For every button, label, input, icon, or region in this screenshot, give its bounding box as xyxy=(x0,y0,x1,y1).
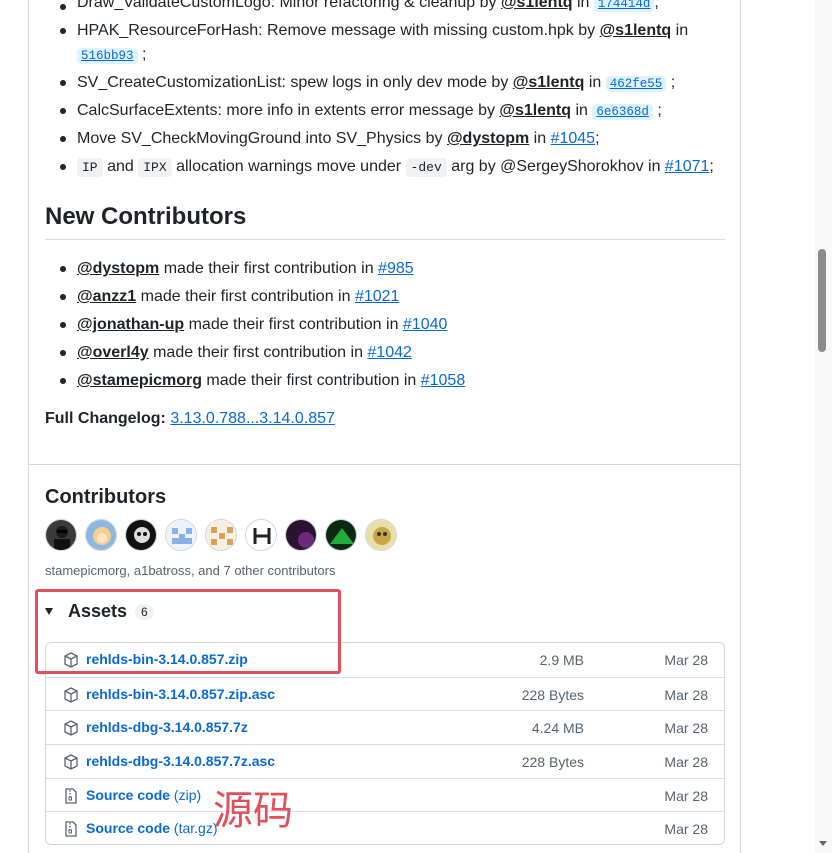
section-divider xyxy=(29,464,740,465)
user-link[interactable]: @stamepicmorg xyxy=(77,372,202,389)
user-link[interactable]: @s1lentq xyxy=(501,0,573,11)
asset-date: Mar 28 xyxy=(664,652,708,668)
code-ipx: IPX xyxy=(138,158,172,177)
pr-link[interactable]: #1021 xyxy=(355,288,400,305)
package-icon xyxy=(64,720,78,737)
asset-link[interactable]: Source code (zip) xyxy=(86,787,201,803)
asset-link[interactable]: Source code (tar.gz) xyxy=(86,820,218,836)
code-ip: IP xyxy=(77,158,103,177)
file-zip-icon xyxy=(65,788,77,804)
scrollbar-thumb[interactable] xyxy=(818,249,826,352)
user-link[interactable]: @s1lentq xyxy=(513,74,585,91)
pr-link[interactable]: #1042 xyxy=(367,344,412,361)
asset-size: 228 Bytes xyxy=(521,754,584,771)
user-link[interactable]: @overl4y xyxy=(77,344,149,361)
avatar[interactable] xyxy=(45,519,77,551)
asset-size: 228 Bytes xyxy=(521,686,584,703)
avatar[interactable] xyxy=(125,519,157,551)
user-link[interactable]: @jonathan-up xyxy=(77,316,184,333)
asset-date: Mar 28 xyxy=(664,787,708,804)
user-link[interactable]: @s1lentq xyxy=(499,102,571,119)
commit-link[interactable]: 6e6368d xyxy=(592,104,653,120)
asset-row: Source code (zip) Mar 28 xyxy=(46,777,724,812)
pr-link[interactable]: #985 xyxy=(378,260,414,277)
pr-link[interactable]: #1040 xyxy=(403,316,448,333)
asset-row: rehlds-bin-3.14.0.857.zip.asc 228 Bytes … xyxy=(46,676,724,711)
new-contributors-heading: New Contributors xyxy=(45,203,247,230)
highlight-box xyxy=(35,589,341,674)
scroll-down-arrow-icon[interactable] xyxy=(819,841,827,846)
asset-link[interactable]: rehlds-dbg-3.14.0.857.7z xyxy=(86,719,248,735)
asset-date: Mar 28 xyxy=(664,754,708,771)
asset-date: Mar 28 xyxy=(664,720,708,737)
avatar[interactable] xyxy=(165,519,197,551)
asset-date: Mar 28 xyxy=(664,686,708,703)
avatar[interactable] xyxy=(205,519,237,551)
commit-link[interactable]: 516bb93 xyxy=(77,48,138,64)
full-changelog: Full Changelog: 3.13.0.788...3.14.0.857 xyxy=(45,410,335,427)
package-icon xyxy=(64,686,78,703)
commit-link[interactable]: 462fe55 xyxy=(605,76,667,92)
avatar[interactable] xyxy=(85,519,117,551)
asset-row: rehlds-dbg-3.14.0.857.7z.asc 228 Bytes M… xyxy=(46,744,724,778)
asset-size: 2.9 MB xyxy=(539,652,584,668)
code-dev: -dev xyxy=(405,158,447,177)
contributors-summary: stamepicmorg, a1batross, and 7 other con… xyxy=(45,563,336,578)
commit-link[interactable]: 174414d xyxy=(593,0,655,12)
asset-size: 4.24 MB xyxy=(531,720,584,737)
source-code-annotation: 源码 xyxy=(213,788,293,834)
avatar[interactable] xyxy=(245,519,277,551)
asset-date: Mar 28 xyxy=(664,821,708,838)
user-link[interactable]: @s1lentq xyxy=(600,22,672,39)
avatar[interactable] xyxy=(285,519,317,551)
pr-link[interactable]: #1058 xyxy=(421,372,466,389)
package-icon xyxy=(64,754,78,770)
avatar[interactable] xyxy=(365,519,397,551)
heading-divider xyxy=(45,239,725,240)
changelog-link[interactable]: 3.13.0.788...3.14.0.857 xyxy=(170,410,335,427)
user-link[interactable]: @dystopm xyxy=(77,260,159,277)
asset-link[interactable]: rehlds-bin-3.14.0.857.zip.asc xyxy=(86,686,275,702)
pr-link[interactable]: #1045 xyxy=(551,130,596,147)
contributors-heading: Contributors xyxy=(45,486,167,508)
user-link[interactable]: @dystopm xyxy=(447,130,529,147)
pr-link[interactable]: #1071 xyxy=(665,158,710,175)
user-link[interactable]: @anzz1 xyxy=(77,288,136,305)
asset-row: Source code (tar.gz) Mar 28 xyxy=(46,811,724,844)
avatar[interactable] xyxy=(325,519,357,551)
file-zip-icon xyxy=(65,821,77,838)
asset-row: rehlds-dbg-3.14.0.857.7z 4.24 MB Mar 28 xyxy=(46,710,724,744)
scrollbar[interactable] xyxy=(815,0,832,853)
asset-link[interactable]: rehlds-dbg-3.14.0.857.7z.asc xyxy=(86,753,275,769)
avatar-list xyxy=(45,519,397,551)
